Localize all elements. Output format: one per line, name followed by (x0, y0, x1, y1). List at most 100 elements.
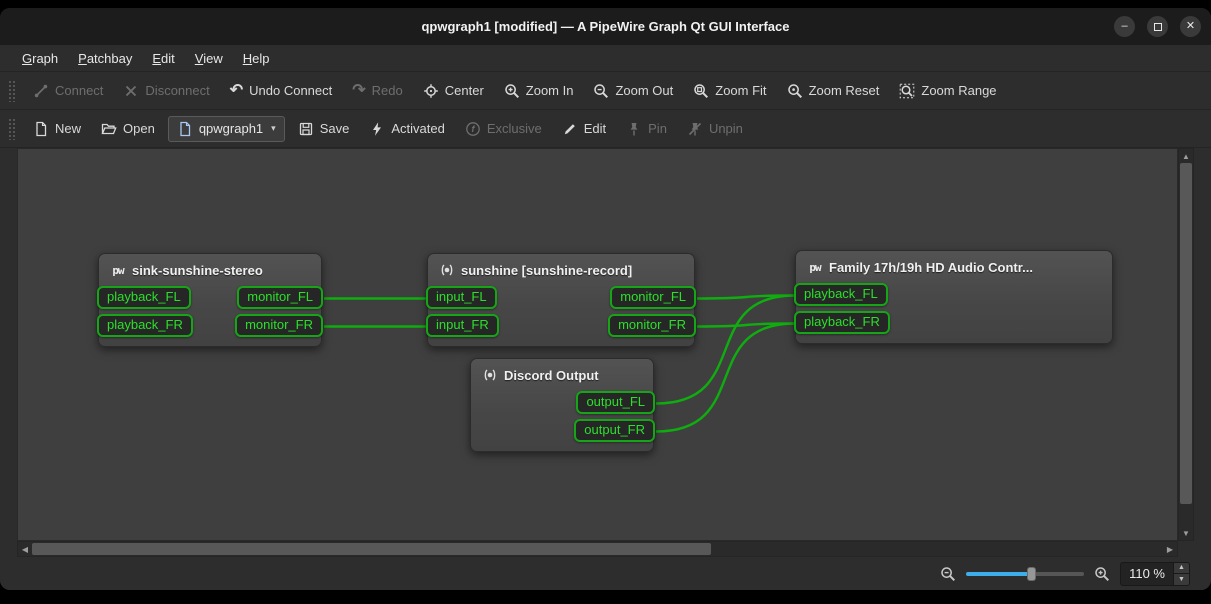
edit-toggle[interactable]: Edit (555, 116, 613, 142)
port-output-fl[interactable]: output_FL (576, 391, 655, 414)
spin-down-arrow[interactable]: ▼ (1174, 573, 1189, 585)
undo-connect-button[interactable]: ↶ Undo Connect (223, 78, 340, 104)
patchbay-toolbar: New Open qpwgraph1 ▾ Save Activated f Ex… (0, 110, 1211, 148)
chevron-down-icon: ▾ (271, 123, 276, 134)
maximize-button[interactable] (1147, 16, 1168, 37)
scroll-left-arrow[interactable]: ◀ (18, 542, 32, 556)
toolbar-drag-handle[interactable] (8, 118, 15, 140)
port-output-fr[interactable]: output_FR (574, 419, 655, 442)
zoom-slider[interactable] (966, 566, 1084, 582)
main-content: pw sink-sunshine-stereo playback_FL play… (0, 148, 1211, 590)
zoom-out-icon (593, 83, 609, 99)
open-button[interactable]: Open (94, 116, 162, 142)
new-file-icon (33, 121, 49, 137)
port-playback-fl[interactable]: playback_FL (97, 286, 191, 309)
close-button[interactable]: ✕ (1180, 16, 1201, 37)
minimize-button[interactable]: – (1114, 16, 1135, 37)
node-discord-output[interactable]: Discord Output output_FL output_FR (470, 358, 654, 452)
horizontal-scrollbar[interactable]: ◀ ▶ (17, 541, 1178, 557)
port-monitor-fl[interactable]: monitor_FL (237, 286, 323, 309)
zoom-spinbox[interactable]: 110 % ▲ ▼ (1120, 562, 1190, 586)
port-playback-fr[interactable]: playback_FR (794, 311, 890, 334)
record-icon (482, 367, 498, 383)
zoom-slider-track[interactable] (966, 572, 1084, 576)
menu-patchbay-mnemonic: P (78, 51, 87, 66)
zoom-slider-thumb[interactable] (1027, 567, 1036, 581)
horizontal-scroll-thumb[interactable] (32, 543, 711, 555)
zoom-fit-button[interactable]: Zoom Fit (686, 78, 773, 104)
new-label: New (55, 121, 81, 136)
disconnect-button[interactable]: Disconnect (116, 78, 216, 104)
zoom-in-icon[interactable] (1094, 566, 1110, 582)
port-monitor-fl[interactable]: monitor_FL (610, 286, 696, 309)
vertical-scroll-track[interactable] (1179, 163, 1193, 526)
menu-edit[interactable]: Edit (144, 48, 182, 69)
window-controls: – ✕ (1114, 16, 1201, 37)
zoom-spinbox-value[interactable]: 110 % (1121, 563, 1173, 585)
activated-toggle[interactable]: Activated (362, 116, 451, 142)
zoom-spin-buttons: ▲ ▼ (1173, 563, 1189, 585)
menu-help[interactable]: Help (235, 48, 278, 69)
port-playback-fl[interactable]: playback_FL (794, 283, 888, 306)
node-sink-sunshine-stereo[interactable]: pw sink-sunshine-stereo playback_FL play… (98, 253, 322, 347)
port-monitor-fr[interactable]: monitor_FR (608, 314, 696, 337)
horizontal-scroll-track[interactable] (32, 542, 1163, 556)
patchbay-selector[interactable]: qpwgraph1 ▾ (168, 116, 285, 142)
exclusive-toggle[interactable]: f Exclusive (458, 116, 549, 142)
scroll-up-arrow[interactable]: ▲ (1179, 149, 1193, 163)
menu-help-rest: elp (252, 51, 269, 66)
scroll-down-arrow[interactable]: ▼ (1179, 526, 1193, 540)
menu-graph[interactable]: Graph (14, 48, 66, 69)
scroll-right-arrow[interactable]: ▶ (1163, 542, 1177, 556)
zoom-in-button[interactable]: Zoom In (497, 78, 581, 104)
svg-text:f: f (471, 124, 475, 134)
save-button[interactable]: Save (291, 116, 357, 142)
menu-view[interactable]: View (187, 48, 231, 69)
node-sunshine[interactable]: sunshine [sunshine-record] input_FL inpu… (427, 253, 695, 347)
node-ports: playback_FL playback_FR (800, 283, 1108, 334)
pin-button[interactable]: Pin (619, 116, 674, 142)
center-label: Center (445, 83, 484, 98)
port-input-fl[interactable]: input_FL (426, 286, 497, 309)
menu-view-mnemonic: V (195, 51, 203, 66)
vertical-scroll-thumb[interactable] (1180, 163, 1192, 504)
zoom-out-button[interactable]: Zoom Out (586, 78, 680, 104)
menu-patchbay[interactable]: Patchbay (70, 48, 140, 69)
zoom-reset-label: Zoom Reset (809, 83, 880, 98)
center-button[interactable]: Center (416, 78, 491, 104)
port-monitor-fr[interactable]: monitor_FR (235, 314, 323, 337)
minimize-icon: – (1121, 21, 1127, 32)
record-icon (439, 262, 455, 278)
toolbar-drag-handle[interactable] (8, 80, 15, 102)
connect-label: Connect (55, 83, 103, 98)
zoom-reset-button[interactable]: Zoom Reset (780, 78, 887, 104)
menu-graph-rest: raph (32, 51, 58, 66)
vertical-scrollbar[interactable]: ▲ ▼ (1178, 148, 1194, 541)
window-title: qpwgraph1 [modified] — A PipeWire Graph … (421, 19, 789, 34)
port-input-fr[interactable]: input_FR (426, 314, 499, 337)
menu-edit-mnemonic: E (152, 51, 161, 66)
connect-button[interactable]: Connect (26, 78, 110, 104)
undo-connect-label: Undo Connect (249, 83, 332, 98)
pipewire-icon: pw (807, 259, 823, 275)
graph-canvas[interactable]: pw sink-sunshine-stereo playback_FL play… (17, 148, 1178, 541)
exclusive-label: Exclusive (487, 121, 542, 136)
app-window: qpwgraph1 [modified] — A PipeWire Graph … (0, 8, 1211, 590)
port-playback-fr[interactable]: playback_FR (97, 314, 193, 337)
node-family-audio-controller[interactable]: pw Family 17h/19h HD Audio Contr... play… (795, 250, 1113, 344)
open-label: Open (123, 121, 155, 136)
unpin-button[interactable]: Unpin (680, 116, 750, 142)
new-button[interactable]: New (26, 116, 88, 142)
node-title: Discord Output (504, 368, 599, 383)
zoom-range-label: Zoom Range (921, 83, 996, 98)
redo-button[interactable]: ↷ Redo (345, 78, 409, 104)
disconnect-icon (123, 83, 139, 99)
edit-label: Edit (584, 121, 606, 136)
redo-icon: ↷ (352, 83, 365, 99)
spin-up-arrow[interactable]: ▲ (1174, 563, 1189, 574)
pin-label: Pin (648, 121, 667, 136)
open-folder-icon (101, 121, 117, 137)
zoom-reset-icon (787, 83, 803, 99)
zoom-range-button[interactable]: Zoom Range (892, 78, 1003, 104)
zoom-out-icon[interactable] (940, 566, 956, 582)
